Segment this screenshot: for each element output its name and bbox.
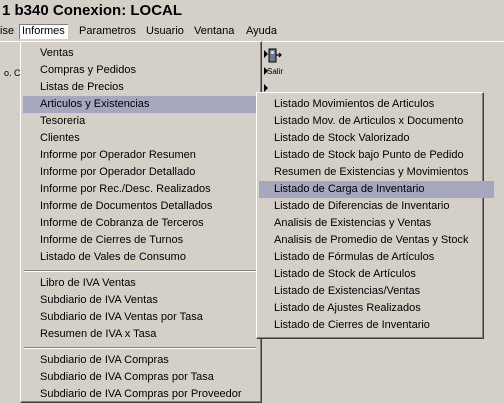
submenu-item-carga-inventario[interactable]: Listado de Carga de Inventario xyxy=(259,181,494,198)
menu-ventana[interactable]: Ventana xyxy=(191,24,237,39)
submenu-arrow-icon xyxy=(264,84,268,92)
menu-item-label: Informe de Cobranza de Terceros xyxy=(40,217,204,229)
menu-item-label: Informe por Operador Detallado xyxy=(40,166,196,178)
submenu-item-analisis-promedio[interactable]: Analisis de Promedio de Ventas y Stock xyxy=(259,232,494,249)
submenu-item-label: Listado de Stock Valorizado xyxy=(274,132,410,144)
menu-item-label: Informe de Documentos Detallados xyxy=(40,200,213,212)
submenu-item-movimientos-articulos[interactable]: Listado Movimientos de Articulos xyxy=(259,96,494,113)
menu-usuario[interactable]: Usuario xyxy=(143,24,187,39)
submenu-item-label: Listado de Existencias/Ventas xyxy=(274,285,421,297)
submenu-arrow-icon xyxy=(264,50,268,58)
menu-item-label: Resumen de IVA x Tasa xyxy=(40,328,157,340)
menu-separator xyxy=(24,347,256,349)
menu-item-operador-resumen[interactable]: Informe por Operador Resumen xyxy=(23,147,274,164)
menu-item-label: Listado de Vales de Consumo xyxy=(40,251,186,263)
submenu-item-label: Listado Movimientos de Articulos xyxy=(274,98,435,110)
menu-item-vales-consumo[interactable]: Listado de Vales de Consumo xyxy=(23,249,274,266)
menu-item-articulos-existencias[interactable]: Articulos y Existencias xyxy=(23,96,274,113)
menu-item-label: Subdiario de IVA Compras xyxy=(40,354,169,366)
submenu-item-resumen-existencias[interactable]: Resumen de Existencias y Movimientos xyxy=(259,164,494,181)
submenu-item-analisis-existencias[interactable]: Analisis de Existencias y Ventas xyxy=(259,215,494,232)
menu-item-listas-precios[interactable]: Listas de Precios xyxy=(23,79,274,96)
menu-bar: ise Informes Parametros Usuario Ventana … xyxy=(0,22,504,42)
menu-item-libro-iva-ventas[interactable]: Libro de IVA Ventas xyxy=(23,275,274,292)
menu-item-tesoreria[interactable]: Tesoreria xyxy=(23,113,274,130)
menu-item-rec-desc[interactable]: Informe por Rec./Desc. Realizados xyxy=(23,181,274,198)
submenu-item-label: Analisis de Existencias y Ventas xyxy=(274,217,432,229)
menu-item-subdiario-iva-compras-proveedor[interactable]: Subdiario de IVA Compras por Proveedor xyxy=(23,386,274,403)
toolbar-left-label: o. C xyxy=(4,68,21,78)
menu-item-label: Listas de Precios xyxy=(40,81,124,93)
menu-ise[interactable]: ise xyxy=(0,24,17,39)
menu-item-label: Articulos y Existencias xyxy=(40,98,150,110)
menu-item-label: Subdiario de IVA Ventas por Tasa xyxy=(40,311,203,323)
submenu-item-label: Listado de Stock de Artículos xyxy=(274,268,416,280)
menu-item-label: Ventas xyxy=(40,47,74,59)
menu-item-label: Tesoreria xyxy=(40,115,86,127)
menu-item-label: Informe de Cierres de Turnos xyxy=(40,234,184,246)
window-title: 1 b340 Conexion: LOCAL xyxy=(2,2,183,19)
menu-separator xyxy=(24,270,256,272)
menu-item-clientes[interactable]: Clientes xyxy=(23,130,274,147)
menu-item-label: Subdiario de IVA Compras por Proveedor xyxy=(40,388,242,400)
submenu-item-label: Resumen de Existencias y Movimientos xyxy=(274,166,469,178)
submenu-item-label: Listado Mov. de Articulos x Documento xyxy=(274,115,464,127)
title-bar: 1 b340 Conexion: LOCAL xyxy=(0,0,504,22)
menu-item-label: Libro de IVA Ventas xyxy=(40,277,136,289)
submenu-item-stock-articulos[interactable]: Listado de Stock de Artículos xyxy=(259,266,494,283)
submenu-item-label: Listado de Fórmulas de Artículos xyxy=(274,251,435,263)
submenu-item-ajustes-realizados[interactable]: Listado de Ajustes Realizados xyxy=(259,300,494,317)
submenu-arrow-icon xyxy=(264,67,268,75)
menu-item-subdiario-iva-ventas[interactable]: Subdiario de IVA Ventas xyxy=(23,292,274,309)
submenu-item-diferencias-inventario[interactable]: Listado de Diferencias de Inventario xyxy=(259,198,494,215)
submenu-item-label: Listado de Diferencias de Inventario xyxy=(274,200,450,212)
menu-item-subdiario-iva-ventas-tasa[interactable]: Subdiario de IVA Ventas por Tasa xyxy=(23,309,274,326)
submenu-item-existencias-ventas[interactable]: Listado de Existencias/Ventas xyxy=(259,283,494,300)
submenu-item-stock-bajo-punto[interactable]: Listado de Stock bajo Punto de Pedido xyxy=(259,147,494,164)
menu-item-cobranza-terceros[interactable]: Informe de Cobranza de Terceros xyxy=(23,215,274,232)
submenu-item-label: Listado de Ajustes Realizados xyxy=(274,302,421,314)
submenu-item-label: Listado de Carga de Inventario xyxy=(274,183,425,195)
menu-ayuda[interactable]: Ayuda xyxy=(243,24,280,39)
submenu-item-label: Listado de Stock bajo Punto de Pedido xyxy=(274,149,464,161)
informes-menu: Ventas Compras y Pedidos Listas de Preci… xyxy=(20,41,274,403)
menu-item-documentos-detallados[interactable]: Informe de Documentos Detallados xyxy=(23,198,274,215)
menu-item-label: Informe por Operador Resumen xyxy=(40,149,196,161)
menu-item-label: Subdiario de IVA Compras por Tasa xyxy=(40,371,214,383)
menu-item-label: Informe por Rec./Desc. Realizados xyxy=(40,183,211,195)
menu-item-resumen-iva-tasa[interactable]: Resumen de IVA x Tasa xyxy=(23,326,274,343)
submenu-item-cierres-inventario[interactable]: Listado de Cierres de Inventario xyxy=(259,317,494,334)
menu-item-label: Clientes xyxy=(40,132,80,144)
menu-item-ventas[interactable]: Ventas xyxy=(23,45,274,62)
submenu-item-formulas-articulos[interactable]: Listado de Fórmulas de Artículos xyxy=(259,249,494,266)
menu-parametros[interactable]: Parametros xyxy=(76,24,139,39)
submenu-item-mov-articulos-documento[interactable]: Listado Mov. de Articulos x Documento xyxy=(259,113,494,130)
articulos-submenu: Listado Movimientos de Articulos Listado… xyxy=(256,92,494,339)
menu-item-cierres-turnos[interactable]: Informe de Cierres de Turnos xyxy=(23,232,274,249)
menu-item-subdiario-iva-compras[interactable]: Subdiario de IVA Compras xyxy=(23,352,274,369)
submenu-item-stock-valorizado[interactable]: Listado de Stock Valorizado xyxy=(259,130,494,147)
submenu-item-label: Listado de Cierres de Inventario xyxy=(274,319,430,331)
submenu-item-label: Analisis de Promedio de Ventas y Stock xyxy=(274,234,469,246)
menu-item-label: Subdiario de IVA Ventas xyxy=(40,294,158,306)
menu-item-operador-detallado[interactable]: Informe por Operador Detallado xyxy=(23,164,274,181)
menu-item-label: Compras y Pedidos xyxy=(40,64,136,76)
menu-informes[interactable]: Informes xyxy=(19,24,68,39)
menu-item-subdiario-iva-compras-tasa[interactable]: Subdiario de IVA Compras por Tasa xyxy=(23,369,274,386)
menu-item-compras-pedidos[interactable]: Compras y Pedidos xyxy=(23,62,274,79)
